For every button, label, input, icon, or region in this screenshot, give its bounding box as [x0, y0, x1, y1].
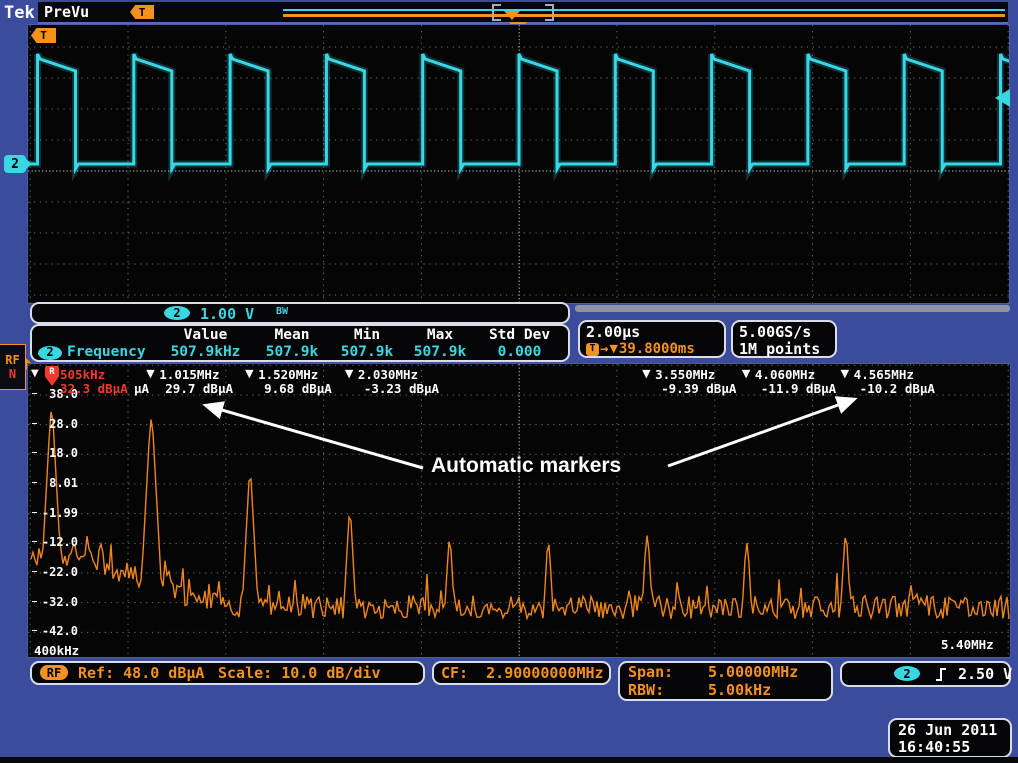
datetime-box: 26 Jun 2011 16:40:55 — [888, 718, 1012, 758]
time-label: 16:40:55 — [898, 739, 1002, 756]
measurement-min: 507.9k — [331, 344, 403, 361]
rf-settings-bar: RF Ref: 48.0 dBµA Scale: 10.0 dB/div — [30, 661, 425, 685]
oscilloscope-screen: Tek PreVu T T 2 2 1.00 V BW Value Mean M… — [0, 0, 1018, 763]
col-header-stddev: Std Dev — [477, 327, 562, 344]
arrow-to-left-marker-icon — [208, 406, 423, 468]
trigger-t-icon: T — [586, 343, 599, 356]
acquisition-overview-bar: PreVu T — [38, 2, 1008, 24]
channel2-badge: 2 — [164, 306, 190, 320]
ch2-scale-bar: 2 1.00 V BW — [30, 302, 570, 324]
trigger-readout-box: 2 2.50 V — [840, 661, 1011, 687]
col-header-mean: Mean — [253, 327, 331, 344]
channel2-badge-label: 2 — [11, 157, 19, 172]
rf-spectrum-graticule: 38.028.018.08.01-1.99-12.0-22.0-32.0-42.… — [27, 363, 1011, 658]
trigger-t-label: T — [40, 29, 47, 42]
acquisition-readout: 5.00GS/s 1M points — [731, 320, 837, 358]
time-domain-graticule — [27, 24, 1010, 304]
display-separator-bar — [575, 305, 1010, 312]
measurement-stddev: 0.000 — [477, 344, 562, 361]
center-frequency-value: CF: 2.90000000MHz — [441, 664, 604, 682]
rf-flag-n-indicator: N — [9, 367, 16, 381]
trigger-level-value: 2.50 V — [958, 664, 1012, 684]
rf-vertical-scale: Scale: 10.0 dB/div — [218, 663, 381, 683]
span-label: Span: — [628, 663, 708, 682]
tek-logo: Tek — [4, 3, 35, 23]
trigger-source-badge: 2 — [894, 666, 920, 681]
annotation-label: Automatic markers — [431, 454, 621, 478]
zoom-bracket-right-icon — [545, 4, 554, 21]
ch2-vertical-scale: 1.00 V — [200, 305, 254, 323]
rising-edge-icon — [934, 667, 948, 682]
arrow-to-right-marker-icon — [668, 400, 852, 466]
date-label: 26 Jun 2011 — [898, 722, 1002, 739]
rf-reference-level: Ref: 48.0 dBµA — [78, 663, 204, 683]
col-header-value: Value — [158, 327, 253, 344]
rf-flag-label: RF — [5, 353, 19, 367]
delay-marker-icon: ▼ — [609, 341, 617, 357]
channel2-ground-marker-icon: 2 — [4, 155, 26, 173]
sample-rate: 5.00GS/s — [739, 323, 829, 341]
bottom-border-strip — [0, 757, 1018, 763]
overview-ch2-trace — [283, 9, 1005, 11]
span-value: 5.00000MHz — [708, 663, 798, 682]
overview-trigger-t-icon: T — [130, 5, 154, 19]
measurement-row: 2 Frequency 507.9kHz 507.9k 507.9k 507.9… — [32, 344, 568, 361]
trigger-t-label: T — [139, 6, 146, 19]
span-rbw-box: Span: 5.00000MHz RBW: 5.00kHz — [618, 661, 833, 701]
center-frequency-box: CF: 2.90000000MHz — [432, 661, 611, 685]
horizontal-scale: 2.00µs — [586, 323, 718, 341]
rf-channel-flag: RF N — [0, 344, 26, 390]
measurement-header-row: Value Mean Min Max Std Dev — [32, 327, 568, 344]
zoom-bracket-left-icon — [492, 4, 501, 21]
rf-badge: RF — [40, 665, 68, 680]
measurement-value: 507.9kHz — [158, 344, 253, 361]
rbw-value: 5.00kHz — [708, 682, 771, 699]
channel2-badge: 2 — [38, 346, 62, 360]
overview-rf-trace — [283, 14, 1005, 17]
arrow-right-icon: → — [600, 341, 608, 357]
record-length: 1M points — [739, 341, 829, 357]
bandwidth-limit-icon: BW — [276, 306, 288, 317]
annotation-arrows — [28, 364, 1010, 657]
overview-trigger-position-icon — [504, 11, 520, 20]
trigger-level-arrow-icon — [995, 89, 1010, 107]
acquisition-mode-indicator: PreVu — [44, 3, 89, 21]
ch2-waveform-trace — [28, 25, 1009, 303]
trigger-delay-value: 39.8000ms — [619, 341, 695, 357]
col-header-min: Min — [331, 327, 403, 344]
rbw-label: RBW: — [628, 682, 708, 699]
timebase-readout: 2.00µs T → ▼ 39.8000ms — [578, 320, 726, 358]
measurement-max: 507.9k — [403, 344, 477, 361]
col-header-max: Max — [403, 327, 477, 344]
measurement-name: Frequency — [67, 344, 146, 361]
measurement-mean: 507.9k — [253, 344, 331, 361]
measurement-table: Value Mean Min Max Std Dev 2 Frequency 5… — [30, 324, 570, 362]
